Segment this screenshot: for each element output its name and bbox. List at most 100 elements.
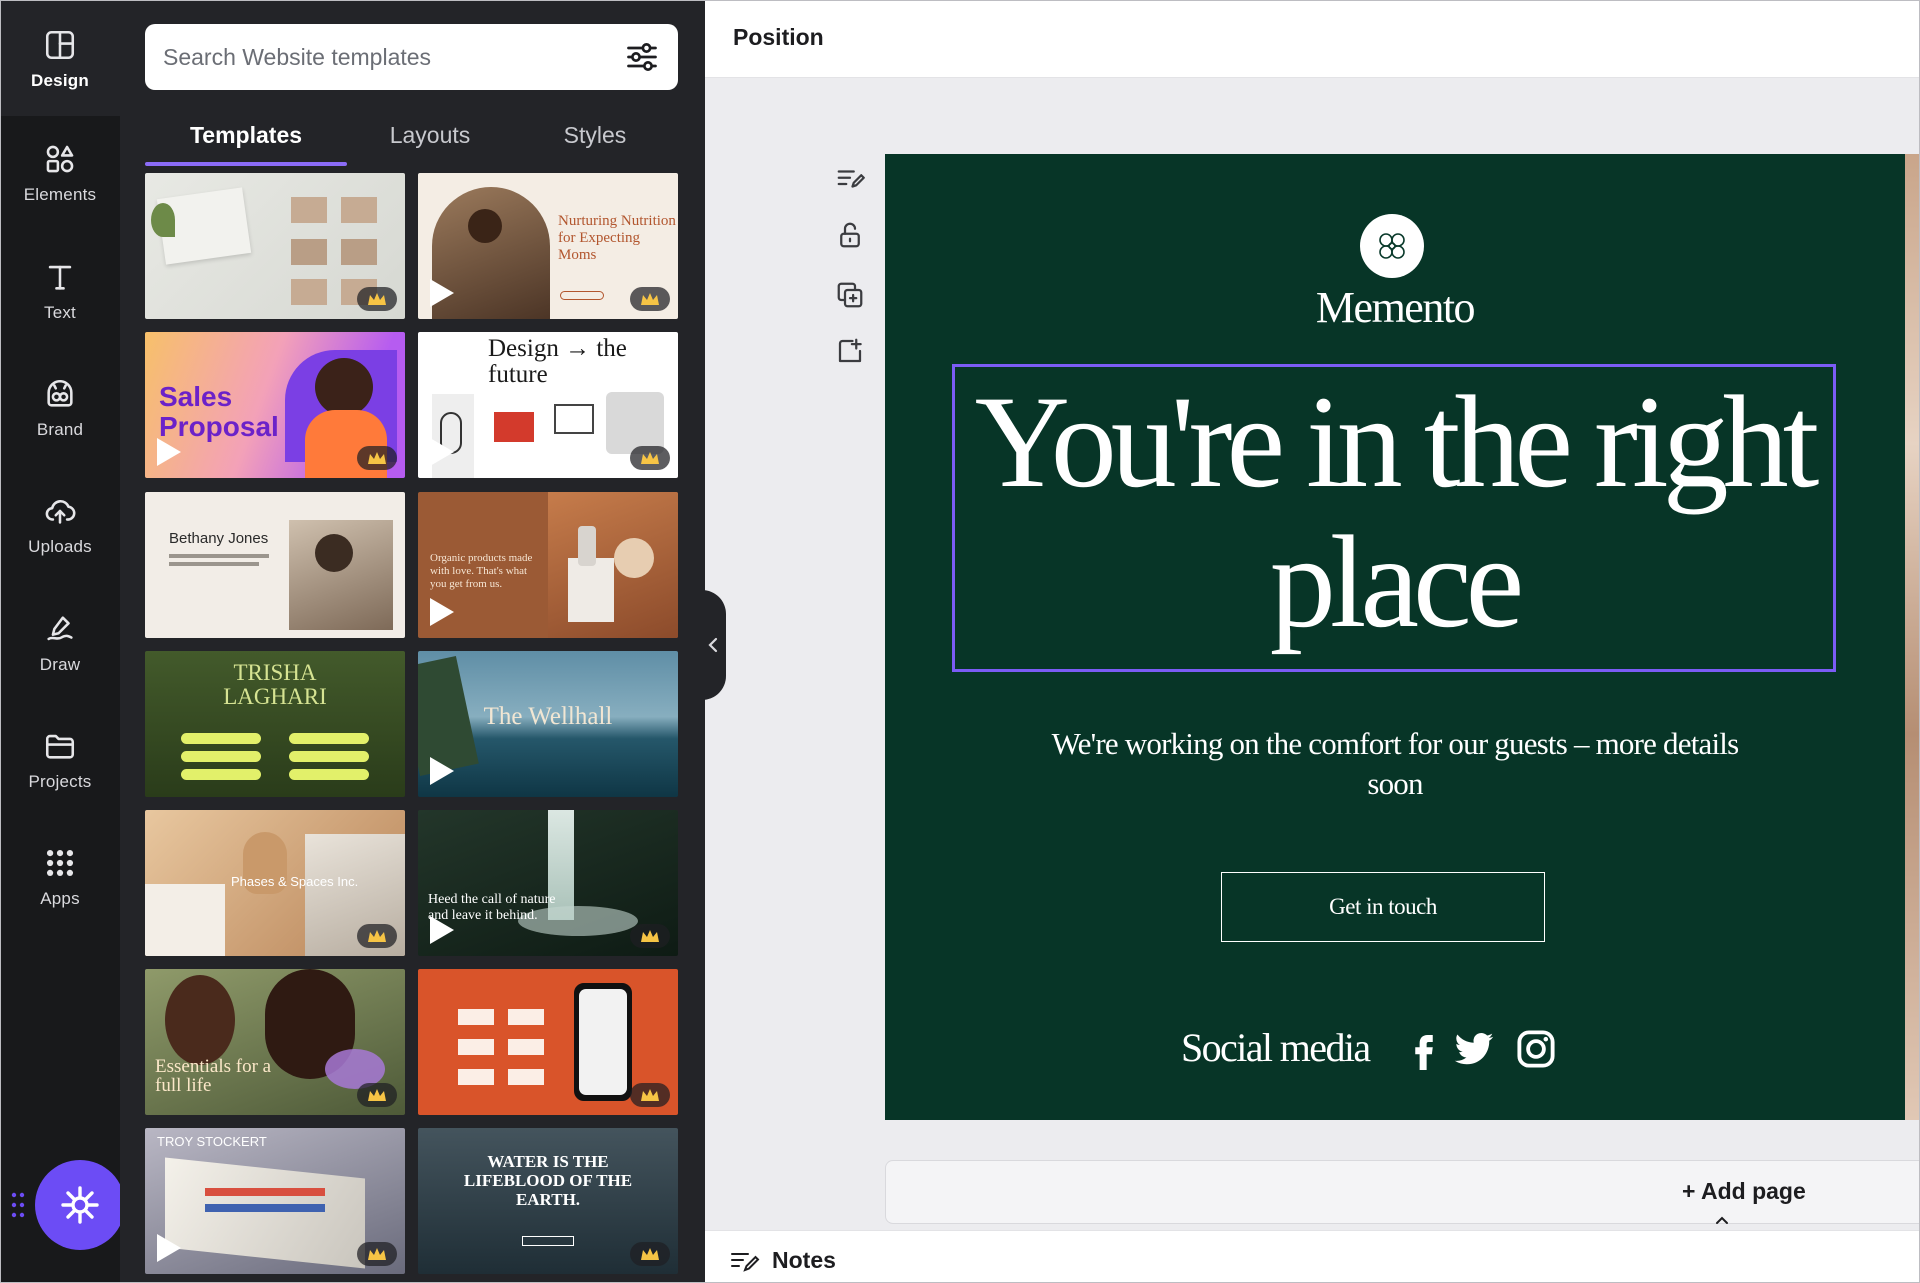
rail-item-label: Elements [23,185,97,204]
premium-crown-icon [630,924,670,948]
panel-tabs: Templates Layouts Styles [145,110,678,168]
rail-item-label: Text [44,303,76,322]
template-card-title: TROY STOCKERT [157,1134,267,1149]
brand-name[interactable]: Memento [885,282,1905,333]
notes-button[interactable]: Notes [730,1247,836,1274]
lock-tool[interactable] [835,220,865,250]
edit-lines-icon [837,170,865,188]
brand-icon [40,374,80,414]
magic-assistant-button[interactable] [35,1160,125,1250]
premium-crown-icon [357,1083,397,1107]
notes-label: Notes [772,1247,836,1273]
subtext[interactable]: We're working on the comfort for our gue… [1035,724,1755,804]
search-bar [145,24,678,930]
video-play-icon [430,916,454,944]
template-card[interactable] [418,969,678,1115]
filter-icon[interactable] [624,39,660,75]
template-card-title: The Wellhall [483,703,613,730]
rail-item-projects[interactable]: Projects [0,709,120,809]
template-card[interactable]: Organic products made with love. That's … [418,492,678,638]
premium-crown-icon [630,446,670,470]
rail-item-elements[interactable]: Elements [0,122,120,222]
collapse-panel-button[interactable] [700,590,726,700]
add-page-button[interactable]: + Add page [1682,1178,1806,1205]
projects-icon [40,726,80,766]
search-input[interactable] [163,43,624,71]
template-card[interactable]: Essentials for a full life [145,969,405,1115]
template-card[interactable] [145,173,405,319]
duplicate-page-tool[interactable] [835,280,865,310]
premium-crown-icon [357,287,397,311]
twitter-icon[interactable] [1453,1028,1495,1070]
position-button[interactable]: Position [733,24,824,51]
active-tab-indicator [145,162,347,166]
rail-item-uploads[interactable]: Uploads [0,474,120,574]
unlock-icon [840,222,860,248]
draw-icon [40,609,80,649]
add-page-tool[interactable] [835,336,865,366]
template-card-title: Sales Proposal [159,381,279,442]
premium-crown-icon [357,446,397,470]
template-card[interactable]: Phases & Spaces Inc. [145,810,405,956]
template-card-title: WATER IS THE LIFEBLOOD OF THE EARTH. [463,1152,633,1209]
template-card[interactable]: Design → the future [418,332,678,478]
next-page-preview[interactable] [1905,154,1920,1120]
side-navigation-rail: Design Elements Text Brand Uploads Draw [0,0,125,1283]
rail-item-brand[interactable]: Brand [0,357,120,457]
tab-styles[interactable]: Styles [525,110,665,168]
template-card-title: Organic products made with love. That's … [430,552,533,590]
rail-item-text[interactable]: Text [0,240,120,340]
add-page-icon [838,338,862,363]
text-icon [40,257,80,297]
video-play-icon [157,438,181,466]
design-page[interactable]: Memento You're in the right place We're … [885,154,1905,1120]
tab-templates[interactable]: Templates [145,110,347,168]
video-play-icon [157,1234,181,1262]
rail-item-label: Projects [28,772,92,791]
template-card[interactable]: TROY STOCKERT [145,1128,405,1274]
rail-item-apps[interactable]: Apps [0,826,120,926]
template-card[interactable]: The Wellhall [418,651,678,797]
template-card-title: Bethany Jones [169,530,269,547]
chevron-left-icon [708,637,718,653]
chevron-up-icon[interactable] [1712,1213,1732,1227]
template-card-title: Essentials for a full life [155,1056,272,1096]
editor-top-bar: Position [705,0,1920,78]
template-card-title: Design → the future [488,335,627,388]
template-card[interactable]: Heed the call of nature and leave it beh… [418,810,678,956]
video-play-icon [430,598,454,626]
apps-icon [40,843,80,883]
notes-tool[interactable] [835,164,865,194]
premium-crown-icon [630,1083,670,1107]
footer-bar [705,1230,1920,1283]
rail-item-design[interactable]: Design [0,8,120,108]
template-card-title: TRISHA LAGHARI [223,660,327,709]
template-card[interactable]: Sales Proposal [145,332,405,478]
template-card[interactable]: TRISHA LAGHARI [145,651,405,797]
tab-layouts[interactable]: Layouts [360,110,500,168]
video-play-icon [430,438,454,466]
headline-text[interactable]: You're in the right place [952,372,1836,652]
video-play-icon [430,279,454,307]
instagram-icon[interactable] [1515,1028,1557,1070]
template-card[interactable]: Bethany Jones [145,492,405,638]
sparkle-icon [61,1186,99,1224]
social-media-label[interactable]: Social media [1181,1024,1371,1071]
uploads-icon [40,491,80,531]
video-play-icon [430,757,454,785]
drag-grip-icon[interactable] [10,1190,26,1220]
rail-item-label: Brand [36,420,84,439]
elements-icon [40,139,80,179]
premium-crown-icon [357,924,397,948]
premium-crown-icon [630,287,670,311]
duplicate-icon [837,282,863,308]
get-in-touch-button[interactable]: Get in touch [1221,872,1545,942]
facebook-icon[interactable] [1403,1028,1445,1070]
template-card[interactable]: Nurturing Nutrition for Expecting Moms [418,173,678,319]
rail-item-label: Apps [40,889,80,908]
rail-item-draw[interactable]: Draw [0,592,120,692]
template-card[interactable]: WATER IS THE LIFEBLOOD OF THE EARTH. [418,1128,678,1274]
rail-item-label: Draw [39,655,81,674]
design-icon [40,25,80,65]
rail-item-label: Design [31,71,89,90]
